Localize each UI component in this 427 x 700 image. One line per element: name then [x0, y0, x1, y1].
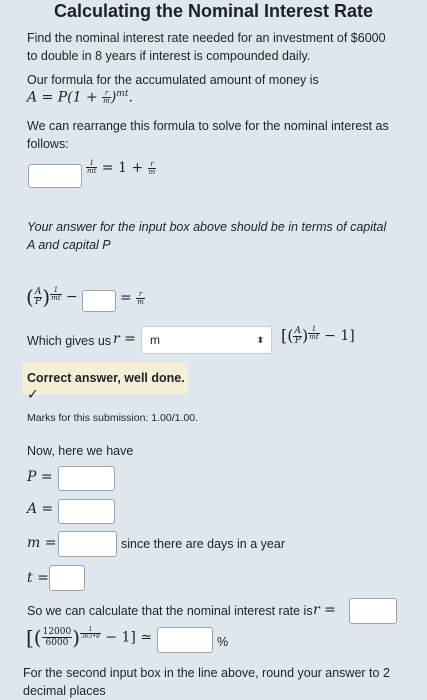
formula-fraction: rm	[102, 90, 111, 105]
eq2-equals: =	[120, 290, 132, 306]
final-open: [(	[26, 625, 42, 650]
bracket-p: P	[294, 335, 301, 346]
eq2-right-side: = rm	[120, 290, 145, 306]
which-gives-text: Which gives us	[27, 334, 112, 348]
equation-1: 1 mt = 1 + rm	[86, 160, 157, 176]
final-close: )	[72, 625, 81, 650]
since-text: since there are days in a year	[121, 537, 285, 551]
final-den: 6000	[45, 638, 69, 648]
correct-answer-text: Correct answer, well done.	[27, 371, 185, 385]
bracket-open: [(	[281, 326, 294, 345]
p-input[interactable]	[58, 466, 115, 491]
marks-text: Marks for this submission: 1.00/1.00.	[27, 412, 198, 424]
p-label: P =	[27, 469, 53, 485]
a-label: A =	[27, 501, 54, 517]
m-label: m =	[27, 535, 57, 551]
intro-line-2: to double in 8 years if interest is comp…	[27, 49, 311, 63]
calc-r-label: r =	[313, 602, 336, 618]
round-line-2: decimal places	[23, 684, 106, 698]
equation-2: (A P) 1 mt −	[26, 285, 78, 309]
r-select-dropdown[interactable]: m ⬍	[141, 326, 272, 354]
select-value: m	[150, 333, 160, 347]
final-exponent: 1 365•8	[80, 627, 101, 640]
eq1-exp-den: mt	[87, 167, 97, 175]
chevron-updown-icon: ⬍	[256, 335, 264, 345]
final-exp-den: 365•8	[81, 633, 100, 640]
formula-lhs: A = P(1 +	[27, 89, 98, 106]
eq1-fraction: rm	[147, 160, 157, 176]
percent-sign: %	[217, 635, 229, 649]
final-expression: [(12000 6000) 1 365•8 − 1] ≃	[26, 625, 153, 650]
formula-frac-den: m	[103, 97, 110, 106]
eq2-minus: −	[66, 289, 78, 305]
bracket-ap-fraction: AP	[293, 325, 302, 346]
eq2-close-paren: )	[42, 285, 51, 309]
expression-input[interactable]	[28, 164, 82, 188]
now-here-text: Now, here we have	[27, 444, 134, 458]
hint-line-2: A and capital P	[27, 238, 111, 252]
formula-intro: Our formula for the accumulated amount o…	[27, 73, 319, 87]
bracket-exp-den: mt	[309, 333, 319, 341]
r-equals-label: r =	[113, 331, 136, 347]
rate-input[interactable]	[349, 598, 397, 624]
eq1-frac-den: m	[148, 167, 156, 176]
hint-line-1: Your answer for the input box above shou…	[27, 220, 387, 234]
round-line-1: For the second input box in the line abo…	[23, 666, 390, 680]
bracket-tail: − 1]	[324, 328, 355, 344]
page-title: Calculating the Nominal Interest Rate	[53, 1, 374, 21]
t-input[interactable]	[49, 565, 85, 591]
accumulation-formula: A = P(1 + r m)mt.	[27, 89, 133, 106]
eq2-frac-den: m	[137, 297, 144, 306]
formula-exponent: mt	[116, 89, 129, 99]
eq2-fraction: rm	[136, 290, 145, 306]
t-label: t =	[27, 570, 49, 586]
eq2-exponent: 1 mt	[50, 287, 62, 302]
final-fraction: 12000 6000	[41, 627, 73, 648]
bracket-a: A	[293, 325, 302, 337]
intro-line-1: Find the nominal interest rate needed fo…	[27, 31, 386, 45]
a-input[interactable]	[58, 499, 115, 524]
bracket-exponent: 1 mt	[308, 326, 320, 341]
rearrange-line-2: follows:	[27, 137, 69, 151]
subtract-input[interactable]	[82, 290, 116, 312]
eq2-exp-den: mt	[51, 294, 61, 302]
rearrange-line-1: We can rearrange this formula to solve f…	[27, 119, 389, 133]
eq1-exponent: 1 mt	[86, 160, 98, 175]
final-num: 12000	[41, 627, 73, 638]
check-icon: ✓	[27, 386, 39, 402]
bracket-expression: [(A P) 1 mt − 1]	[281, 326, 355, 346]
final-tail: − 1] ≃	[105, 629, 153, 646]
calc-text: So we can calculate that the nominal int…	[27, 604, 313, 618]
eq1-rhs: = 1 +	[101, 160, 144, 176]
m-input[interactable]	[58, 531, 117, 557]
formula-period: .	[128, 89, 133, 106]
eq2-open-paren: (	[26, 285, 34, 309]
percent-input[interactable]	[157, 627, 213, 653]
